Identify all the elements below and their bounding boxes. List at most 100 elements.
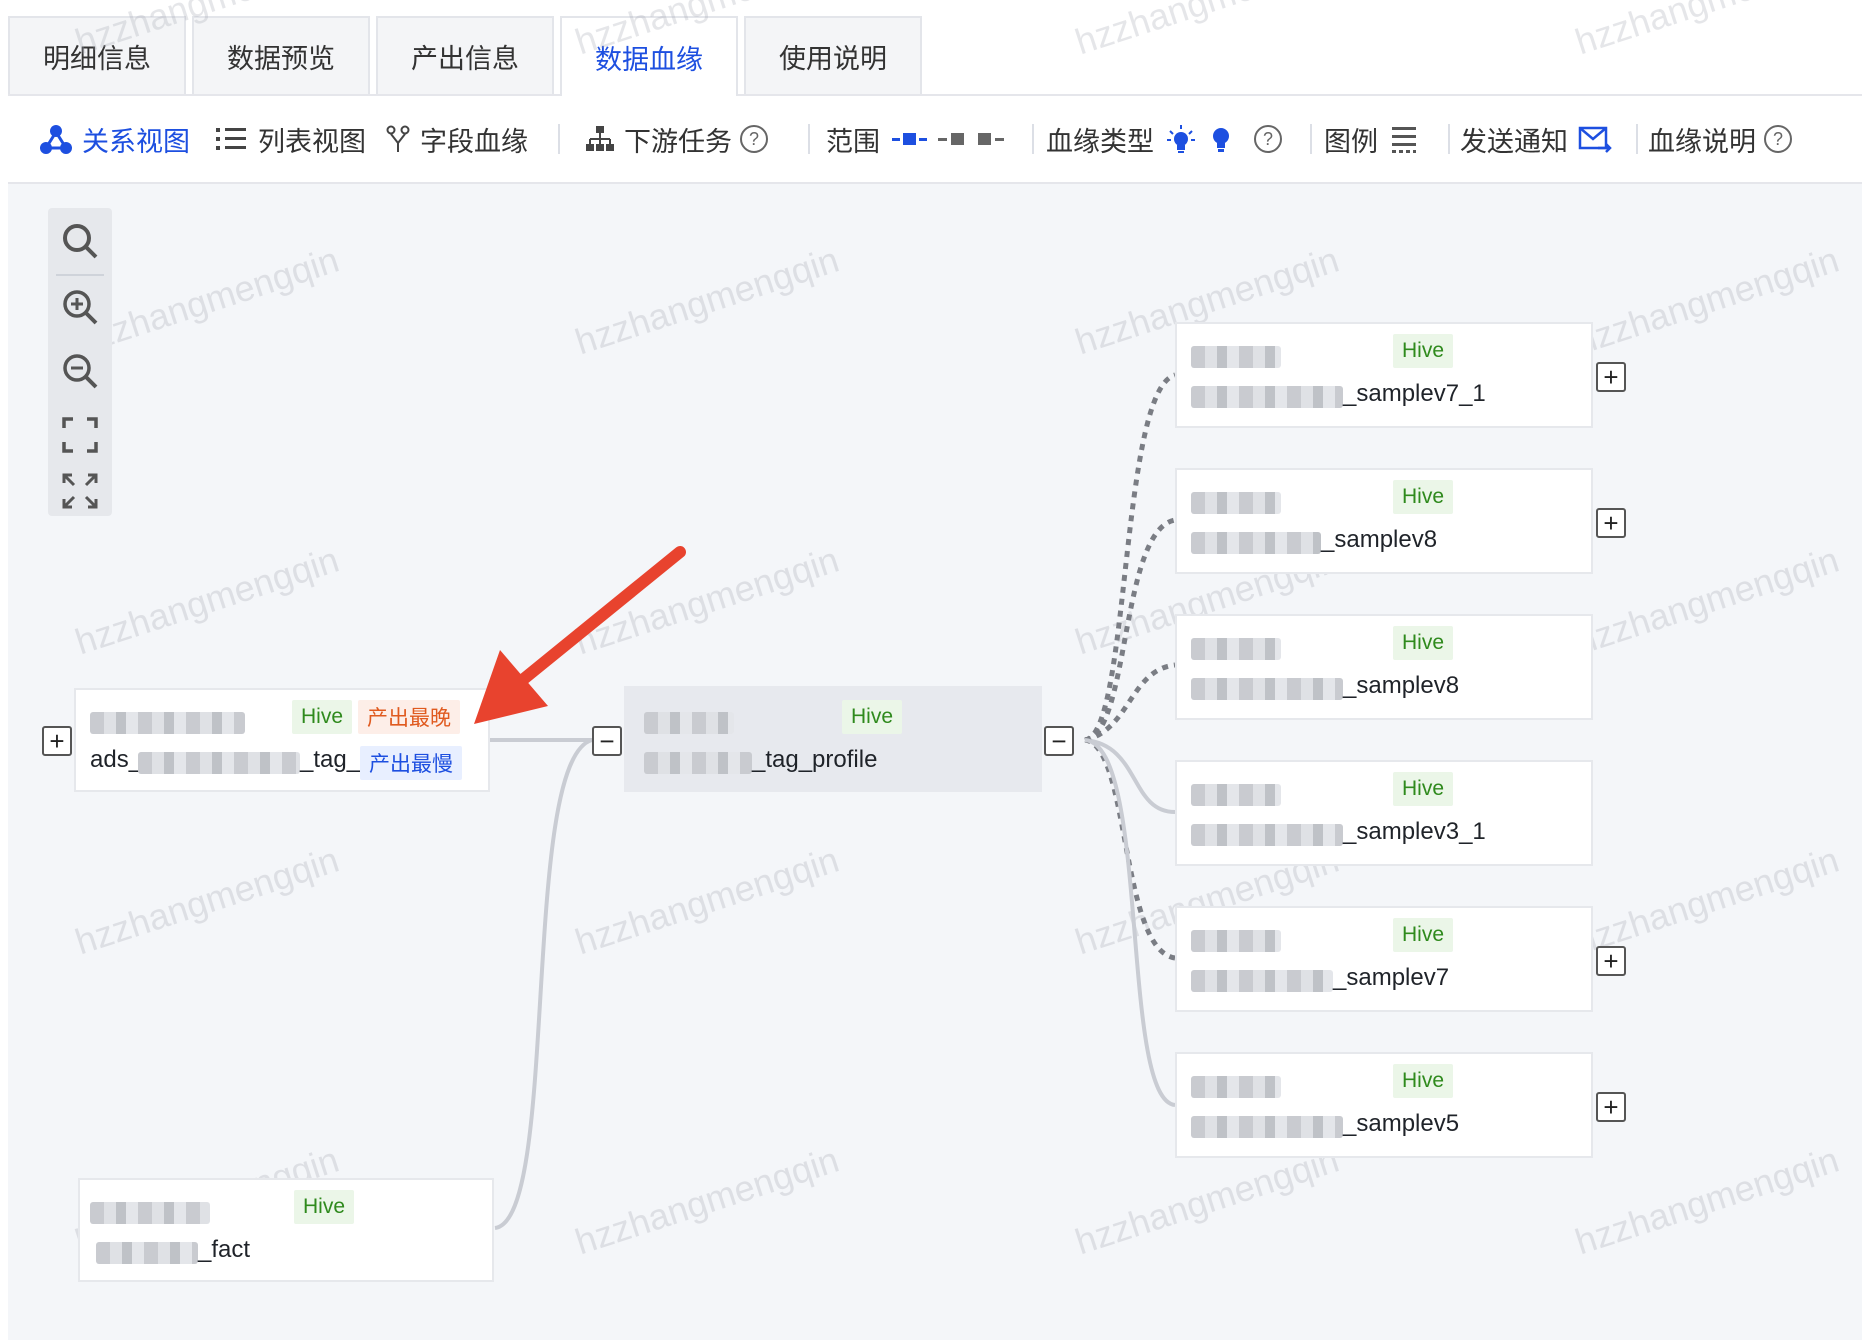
blurred-db-name	[1191, 1076, 1281, 1098]
tab-detail-info[interactable]: 明细信息	[8, 16, 186, 94]
zoom-out-button[interactable]	[48, 340, 112, 402]
downstream-tasks-label: 下游任务	[624, 126, 732, 157]
expand-downstream-button[interactable]: +	[1596, 508, 1626, 538]
expand-downstream-button[interactable]: +	[1596, 362, 1626, 392]
lineage-description-label: 血缘说明	[1648, 126, 1756, 157]
hive-badge: Hive	[1393, 1064, 1454, 1098]
downstream-node-samplev5[interactable]: Hive _samplev5	[1175, 1052, 1593, 1158]
collapse-upstream-button[interactable]: −	[592, 726, 622, 756]
fit-view-icon	[62, 417, 98, 453]
legend-label: 图例	[1324, 126, 1378, 157]
scope-control: 范围	[826, 96, 1008, 182]
blurred-table-name	[1191, 678, 1343, 700]
toolbar-divider	[1310, 124, 1312, 154]
lineage-toolbar: 关系视图 列表视图 字段血缘 下游任务 ? 范围 血缘类型 ? 图例 发送通知 …	[8, 96, 1862, 184]
scope-right-icon[interactable]	[978, 129, 1008, 149]
table-name-suffix: _samplev7_1	[1343, 380, 1486, 407]
table-name-suffix: _samplev3_1	[1343, 818, 1486, 845]
zoom-toolbar	[48, 208, 112, 516]
upstream-node-fact[interactable]: Hive _fact	[78, 1178, 494, 1282]
tab-bar: 明细信息 数据预览 产出信息 数据血缘 使用说明	[8, 0, 1862, 96]
fit-view-button[interactable]	[48, 404, 112, 466]
scope-left-icon[interactable]	[938, 129, 968, 149]
toolbar-divider	[1448, 124, 1450, 154]
legend-button[interactable]: 图例	[1324, 96, 1418, 182]
downstream-node-samplev3-1[interactable]: Hive _samplev3_1	[1175, 760, 1593, 866]
table-name-suffix: _samplev8	[1343, 672, 1460, 699]
downstream-node-samplev8[interactable]: Hive _samplev8	[1175, 614, 1593, 720]
search-button[interactable]	[48, 210, 112, 272]
field-lineage-button[interactable]: 字段血缘	[386, 96, 528, 182]
zoom-out-icon	[63, 354, 98, 389]
blurred-table-name	[1191, 824, 1343, 846]
blurred-table-name	[1191, 1116, 1343, 1138]
hive-badge: Hive	[1393, 918, 1454, 952]
branch-icon	[386, 125, 410, 152]
tab-data-lineage[interactable]: 数据血缘	[560, 16, 738, 96]
lineage-type-control: 血缘类型 ?	[1046, 96, 1282, 182]
tab-usage-guide[interactable]: 使用说明	[744, 16, 922, 94]
hive-badge: Hive	[1393, 334, 1454, 368]
table-name-suffix: _samplev5	[1343, 1110, 1460, 1137]
relation-graph-icon	[40, 125, 72, 154]
blurred-db-name	[644, 712, 734, 734]
legend-icon	[1392, 127, 1416, 153]
toolbar-divider	[1636, 124, 1638, 154]
table-name-suffix: _tag_profile	[752, 746, 878, 773]
lineage-description-button[interactable]: 血缘说明 ?	[1648, 96, 1792, 182]
relation-view-label: 关系视图	[82, 126, 190, 157]
field-lineage-label: 字段血缘	[420, 126, 528, 157]
blurred-db-name	[90, 712, 245, 734]
scope-label: 范围	[826, 126, 880, 157]
hive-badge: Hive	[292, 700, 353, 734]
blurred-table-name	[1191, 532, 1321, 554]
table-name-suffix: _samplev7	[1333, 964, 1450, 991]
blurred-table-name	[96, 1242, 198, 1264]
hive-badge: Hive	[1393, 626, 1454, 660]
blurred-db-name	[1191, 784, 1281, 806]
fullscreen-icon	[62, 473, 98, 509]
send-notice-label: 发送通知	[1460, 126, 1568, 157]
zoom-in-button[interactable]	[48, 276, 112, 338]
relation-view-button[interactable]: 关系视图	[40, 96, 190, 182]
hive-badge: Hive	[842, 700, 903, 734]
output-slowest-badge: 产出最慢	[360, 746, 462, 780]
upstream-node-ads[interactable]: Hive 产出最晚 ads_ _tag_c 产出最慢	[74, 688, 490, 792]
fullscreen-button[interactable]	[48, 460, 112, 522]
table-name-suffix: _fact	[198, 1236, 251, 1263]
tab-data-preview[interactable]: 数据预览	[192, 16, 370, 94]
bulb-icon[interactable]	[1210, 124, 1232, 154]
center-node-tag-profile[interactable]: Hive _tag_profile	[624, 686, 1042, 792]
blurred-db-name	[1191, 638, 1281, 660]
downstream-node-samplev8[interactable]: Hive _samplev8	[1175, 468, 1593, 574]
blurred-db-name	[1191, 346, 1281, 368]
lineage-type-label: 血缘类型	[1046, 126, 1154, 157]
toolbar-divider	[558, 124, 560, 154]
list-view-button[interactable]: 列表视图	[216, 96, 366, 182]
blurred-db-name	[90, 1202, 210, 1224]
downstream-node-samplev7-1[interactable]: Hive _samplev7_1	[1175, 322, 1593, 428]
blurred-db-name	[1191, 492, 1281, 514]
tab-output-info[interactable]: 产出信息	[376, 16, 554, 94]
blurred-table-name	[644, 752, 752, 774]
collapse-downstream-button[interactable]: −	[1044, 726, 1074, 756]
expand-downstream-button[interactable]: +	[1596, 946, 1626, 976]
bulb-on-icon[interactable]	[1166, 123, 1196, 155]
help-icon[interactable]: ?	[1254, 125, 1282, 153]
downstream-tasks-button[interactable]: 下游任务 ?	[586, 96, 768, 182]
list-view-label: 列表视图	[258, 126, 366, 157]
expand-downstream-button[interactable]: +	[1596, 1092, 1626, 1122]
search-icon	[63, 224, 98, 259]
table-name-prefix: ads_	[90, 746, 143, 773]
output-latest-badge: 产出最晚	[358, 700, 460, 734]
downstream-node-samplev7[interactable]: Hive _samplev7	[1175, 906, 1593, 1012]
help-icon[interactable]: ?	[1764, 125, 1792, 153]
send-notice-button[interactable]: 发送通知	[1460, 96, 1612, 182]
help-icon[interactable]: ?	[740, 125, 768, 153]
blurred-table-name	[138, 752, 300, 774]
scope-upstream-icon[interactable]	[892, 129, 928, 149]
table-name-suffix: _samplev8	[1321, 526, 1438, 553]
blurred-table-name	[1191, 970, 1333, 992]
expand-upstream-button[interactable]: +	[42, 726, 72, 756]
hierarchy-icon	[586, 126, 614, 151]
